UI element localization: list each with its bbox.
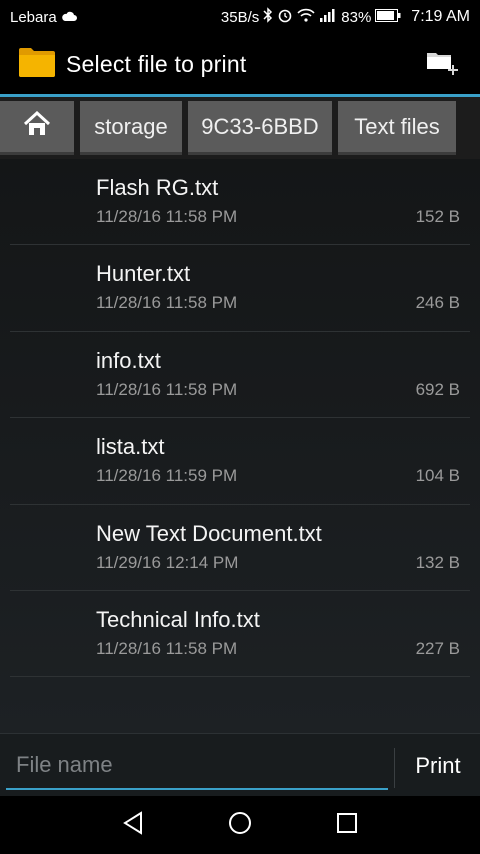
breadcrumb-home[interactable] [0, 101, 74, 155]
recents-button[interactable] [327, 805, 367, 845]
file-name: Hunter.txt [96, 261, 191, 287]
file-size: 104 B [415, 466, 460, 486]
file-date: 11/28/16 11:58 PM [96, 293, 238, 313]
file-size: 132 B [415, 552, 460, 572]
file-name: lista.txt [96, 434, 165, 460]
battery-percent: 83% [341, 8, 372, 26]
carrier-label: Lebara [10, 8, 57, 26]
file-size: 152 B [415, 207, 460, 226]
file-size: 246 B [415, 293, 460, 313]
alarm-icon [277, 7, 293, 27]
back-button[interactable] [113, 805, 153, 845]
file-name: New Text Document.txt [96, 520, 322, 546]
home-icon [22, 110, 52, 143]
new-folder-icon [425, 47, 459, 82]
file-list-item[interactable]: New Text Document.txt 11/29/16 12:14 PM … [10, 505, 470, 591]
bluetooth-icon [263, 7, 273, 27]
back-icon [122, 810, 144, 840]
file-list: Flash RG.txt 11/28/16 11:58 PM 152 B Hun… [0, 159, 480, 733]
home-circle-icon [228, 811, 252, 840]
file-date: 11/28/16 11:58 PM [96, 207, 238, 226]
divider [394, 748, 395, 788]
file-list-item[interactable]: Technical Info.txt 11/28/16 11:58 PM 227… [10, 591, 470, 678]
filename-input[interactable] [6, 742, 388, 790]
file-list-item[interactable]: Hunter.txt 11/28/16 11:58 PM 246 B [10, 245, 470, 332]
filename-bar: Print [0, 733, 480, 796]
file-list-item[interactable]: info.txt 11/28/16 11:58 PM 692 B [10, 332, 470, 419]
clock: 7:19 AM [411, 8, 470, 25]
battery-icon [375, 8, 401, 26]
signal-icon [319, 8, 337, 26]
status-bar: Lebara 35B/s 83% 7:19 AM [0, 0, 480, 34]
network-speed: 35B/s [220, 8, 260, 26]
file-date: 11/28/16 11:58 PM [96, 379, 238, 399]
print-button[interactable]: Print [396, 734, 480, 797]
file-name: Technical Info.txt [96, 606, 260, 632]
file-list-item[interactable]: lista.txt 11/28/16 11:59 PM 104 B [10, 418, 470, 505]
file-date: 11/29/16 12:14 PM [96, 552, 239, 572]
breadcrumb: storage 9C33-6BBD Text files [0, 97, 480, 159]
breadcrumb-text-files[interactable]: Text files [338, 101, 456, 155]
file-size: 692 B [415, 379, 460, 399]
recents-icon [336, 812, 358, 839]
cloud-icon [61, 9, 77, 26]
system-nav-bar [0, 796, 480, 854]
file-name: Flash RG.txt [96, 175, 219, 200]
breadcrumb-storage[interactable]: storage [80, 101, 182, 155]
page-title: Select file to print [66, 50, 247, 77]
file-name: info.txt [96, 347, 161, 373]
breadcrumb-volume[interactable]: 9C33-6BBD [188, 101, 332, 155]
file-date: 11/28/16 11:58 PM [96, 638, 238, 658]
file-date: 11/28/16 11:59 PM [96, 466, 238, 486]
file-list-item[interactable]: Flash RG.txt 11/28/16 11:58 PM 152 B [10, 159, 470, 246]
home-nav-button[interactable] [220, 805, 260, 845]
folder-icon [18, 46, 56, 83]
wifi-icon [297, 8, 315, 26]
app-header: Select file to print [0, 34, 480, 94]
file-size: 227 B [415, 638, 460, 658]
new-folder-button[interactable] [422, 44, 462, 84]
